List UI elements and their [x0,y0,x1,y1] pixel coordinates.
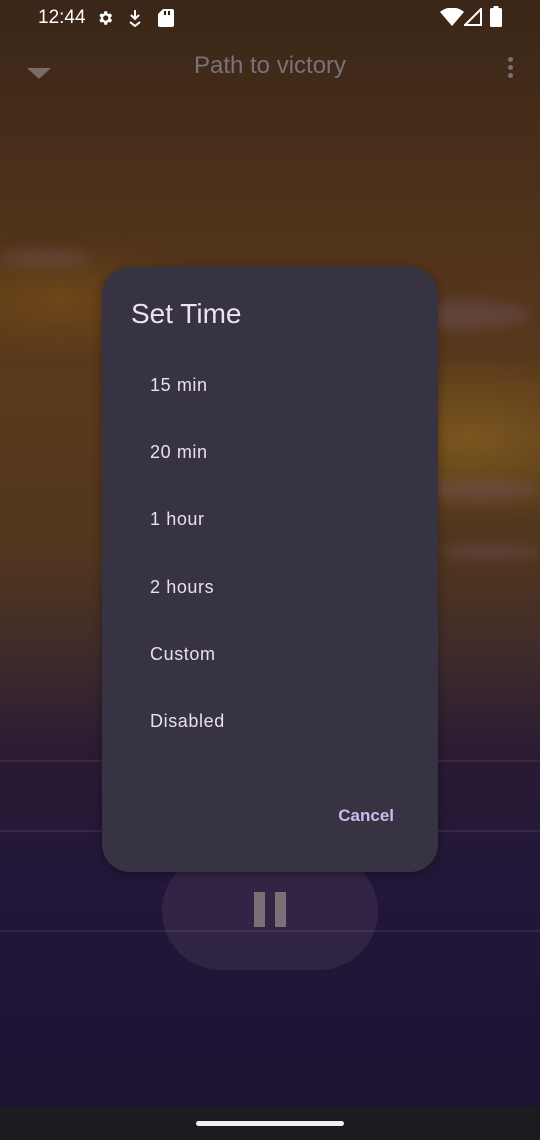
battery-icon [490,6,502,27]
navigation-bar [0,1106,540,1140]
option-disabled[interactable]: Disabled [102,689,438,756]
signal-icon [464,8,482,26]
option-custom[interactable]: Custom [102,622,438,689]
option-15-min[interactable]: 15 min [102,353,438,420]
settings-icon [99,11,113,25]
status-bar: 12:44 [0,0,540,36]
player-header: Path to victory [0,40,540,96]
option-2-hours[interactable]: 2 hours [102,555,438,622]
option-label: 2 hours [150,576,215,597]
option-label: 15 min [150,375,208,395]
download-icon [129,10,141,27]
sd-card-icon [158,9,174,27]
time-options-list: 15 min 20 min 1 hour 2 hours Custom Disa… [102,353,438,756]
set-time-dialog: Set Time 15 min 20 min 1 hour 2 hours Cu… [102,267,438,872]
option-label: 20 min [150,442,208,463]
track-title: Path to victory [193,52,347,79]
pause-icon [254,892,265,927]
status-time: 12:44 [38,7,86,28]
wifi-icon [440,8,464,26]
home-gesture-handle[interactable] [196,1121,344,1126]
pause-icon-bar [275,892,286,927]
cancel-button[interactable]: Cancel [320,800,412,832]
option-label: Custom [150,643,216,664]
option-1-hour[interactable]: 1 hour [102,487,438,554]
more-vert-icon[interactable] [508,57,514,79]
option-20-min[interactable]: 20 min [102,420,438,487]
option-label: Disabled [150,710,225,731]
option-label: 1 hour [150,509,205,530]
dialog-title: Set Time [131,298,242,329]
